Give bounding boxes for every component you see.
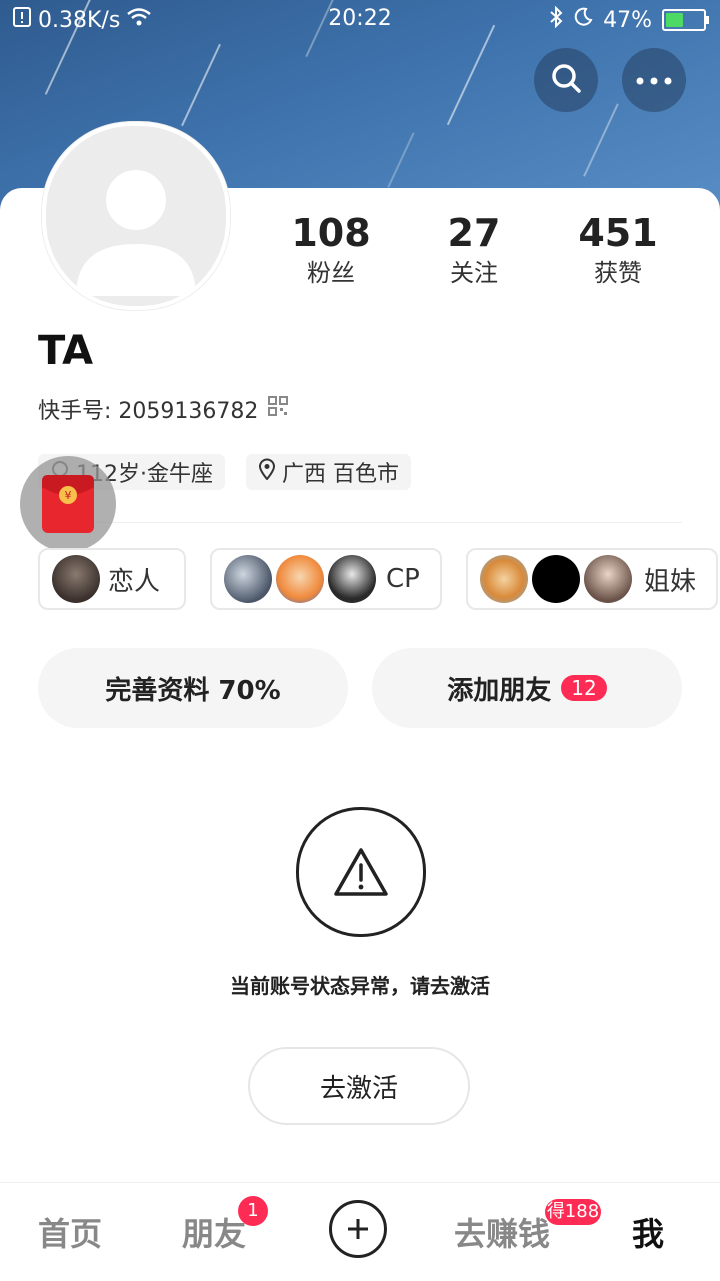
divider	[38, 522, 682, 523]
tab-earn[interactable]: 去赚钱	[454, 1209, 550, 1255]
activate-label: 去激活	[319, 1073, 398, 1104]
red-packet-button[interactable]: ¥	[20, 456, 116, 552]
bottom-tab-bar: 首页 朋友 1 去赚钱 得188 我	[0, 1182, 720, 1281]
stat-following[interactable]: 27 关注	[404, 210, 544, 290]
add-friend-label: 添加朋友	[447, 675, 552, 706]
complete-profile-label: 完善资料 70%	[105, 675, 281, 706]
avatar[interactable]	[42, 122, 230, 310]
friends-badge: 1	[238, 1196, 268, 1226]
kuaishou-id-row[interactable]: 快手号: 2059136782	[38, 393, 289, 425]
bluetooth-icon	[549, 5, 563, 34]
location-tag: 广西 百色市	[246, 454, 411, 490]
relation-avatar	[52, 555, 100, 603]
complete-profile-button[interactable]: 完善资料 70%	[38, 648, 348, 728]
stat-value: 108	[291, 211, 371, 255]
battery-icon	[662, 9, 709, 31]
relation-label: 姐妹	[644, 566, 697, 597]
relation-cp[interactable]: CP	[210, 548, 442, 610]
stat-value: 451	[578, 211, 658, 255]
add-friend-badge: 12	[561, 675, 607, 701]
relation-lover[interactable]: 恋人	[38, 548, 186, 610]
moon-icon	[573, 7, 593, 33]
stat-label: 获赞	[594, 259, 642, 287]
qr-code-icon[interactable]	[268, 396, 289, 422]
location-pin-icon	[258, 458, 276, 486]
search-button[interactable]	[534, 48, 598, 112]
tab-friends[interactable]: 朋友	[182, 1209, 246, 1255]
more-icon	[634, 71, 674, 90]
svg-text:¥: ¥	[65, 489, 72, 502]
relation-label: CP	[386, 564, 420, 594]
stat-likes[interactable]: 451 获赞	[548, 210, 688, 290]
plus-icon	[348, 1219, 368, 1239]
relation-avatar	[532, 555, 580, 603]
warning-icon	[334, 848, 388, 896]
stat-value: 27	[447, 211, 501, 255]
battery-percent: 47%	[603, 7, 652, 33]
activate-button[interactable]: 去激活	[248, 1047, 470, 1125]
earn-badge: 得188	[545, 1199, 601, 1225]
relation-label: 恋人	[108, 566, 161, 597]
status-bar: 0.38K/s 20:22 47%	[0, 0, 720, 38]
red-packet-icon: ¥	[42, 475, 94, 533]
tab-me[interactable]: 我	[632, 1209, 664, 1255]
account-status-message: 当前账号状态异常，请去激活	[230, 974, 490, 998]
stat-label: 关注	[450, 259, 498, 287]
stat-fans[interactable]: 108 粉丝	[261, 210, 401, 290]
relation-avatar	[328, 555, 376, 603]
tab-home[interactable]: 首页	[38, 1209, 102, 1255]
add-friend-button[interactable]: 添加朋友 12	[372, 648, 682, 728]
profile-name: TA	[38, 328, 94, 374]
relation-avatar	[584, 555, 632, 603]
publish-button[interactable]	[329, 1200, 387, 1258]
relation-avatar	[276, 555, 324, 603]
stat-label: 粉丝	[307, 259, 355, 287]
warning-circle	[296, 807, 426, 937]
relation-avatar	[224, 555, 272, 603]
kuaishou-id: 快手号: 2059136782	[38, 399, 259, 424]
search-icon	[549, 61, 583, 99]
location-text: 广西 百色市	[282, 462, 399, 487]
default-avatar-icon	[76, 170, 196, 296]
relation-avatar	[480, 555, 528, 603]
relation-sisters[interactable]: 姐妹	[466, 548, 718, 610]
more-button[interactable]	[622, 48, 686, 112]
